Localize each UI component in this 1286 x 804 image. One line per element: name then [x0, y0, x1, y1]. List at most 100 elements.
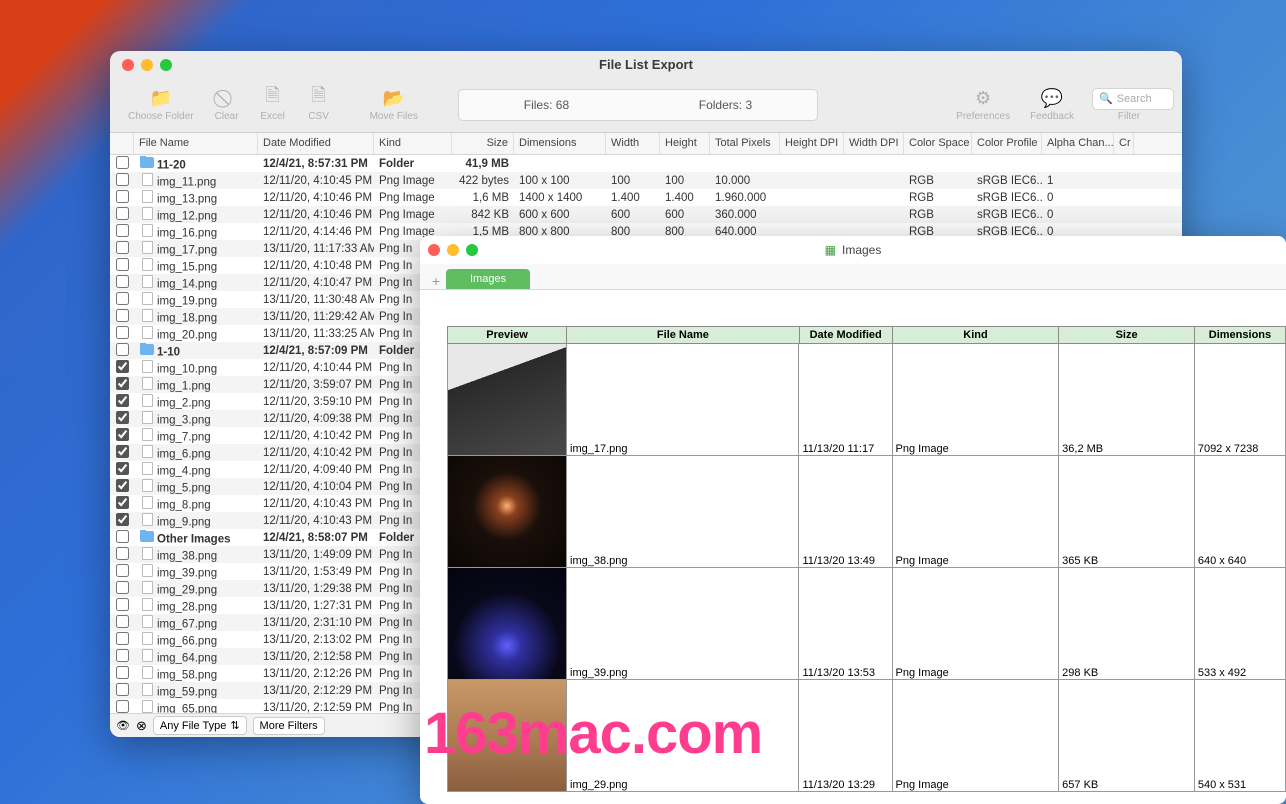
- col-dim[interactable]: Dimensions: [514, 133, 606, 154]
- choose-folder-button[interactable]: 📁Choose Folder: [118, 87, 204, 122]
- add-sheet-button[interactable]: +: [426, 273, 446, 289]
- file-icon: [142, 190, 153, 203]
- clear-button[interactable]: ⃠Clear: [204, 87, 250, 122]
- col-filename[interactable]: File Name: [134, 133, 258, 154]
- file-icon: [142, 292, 153, 305]
- col-colorprofile[interactable]: Color Profile: [972, 133, 1042, 154]
- row-checkbox[interactable]: [116, 700, 129, 713]
- row-checkbox[interactable]: [116, 513, 129, 526]
- scol-filename[interactable]: File Name: [567, 326, 799, 344]
- close-icon[interactable]: [428, 244, 440, 256]
- search-input[interactable]: 🔍Search: [1092, 88, 1174, 110]
- col-colorspace[interactable]: Color Space: [904, 133, 972, 154]
- col-size[interactable]: Size: [452, 133, 514, 154]
- col-cr[interactable]: Cr: [1114, 133, 1134, 154]
- close-icon[interactable]: [122, 59, 134, 71]
- row-checkbox[interactable]: [116, 547, 129, 560]
- file-icon: [142, 632, 153, 645]
- sheet-row[interactable]: img_29.png11/13/20 13:29Png Image657 KB5…: [447, 680, 1286, 792]
- row-checkbox[interactable]: [116, 343, 129, 356]
- sheet-row[interactable]: img_38.png11/13/20 13:49Png Image365 KB6…: [447, 456, 1286, 568]
- row-checkbox[interactable]: [116, 598, 129, 611]
- row-checkbox[interactable]: [116, 666, 129, 679]
- sheet-area[interactable]: Preview File Name Date Modified Kind Siz…: [420, 290, 1286, 792]
- row-checkbox[interactable]: [116, 445, 129, 458]
- scol-preview[interactable]: Preview: [447, 326, 567, 344]
- scol-date[interactable]: Date Modified: [800, 326, 893, 344]
- chevron-updown-icon: ⇅: [230, 719, 239, 732]
- row-checkbox[interactable]: [116, 649, 129, 662]
- row-checkbox[interactable]: [116, 428, 129, 441]
- spreadsheet-window: ▦Images + Images Preview File Name Date …: [420, 236, 1286, 804]
- scol-dim[interactable]: Dimensions: [1195, 326, 1286, 344]
- row-checkbox[interactable]: [116, 462, 129, 475]
- scol-kind[interactable]: Kind: [893, 326, 1060, 344]
- folder-icon: [140, 157, 154, 168]
- file-icon: [142, 224, 153, 237]
- col-width[interactable]: Width: [606, 133, 660, 154]
- zoom-icon[interactable]: [466, 244, 478, 256]
- row-checkbox[interactable]: [116, 326, 129, 339]
- row-checkbox[interactable]: [116, 224, 129, 237]
- table-row[interactable]: img_13.png12/11/20, 4:10:46 PMPng Image1…: [110, 189, 1182, 206]
- search-icon: 🔍: [1099, 92, 1113, 105]
- row-checkbox[interactable]: [116, 683, 129, 696]
- feedback-button[interactable]: 💬Feedback: [1020, 87, 1084, 122]
- row-checkbox[interactable]: [116, 309, 129, 322]
- traffic-lights: [110, 51, 184, 79]
- row-checkbox[interactable]: [116, 190, 129, 203]
- file-icon: [142, 394, 153, 407]
- row-checkbox[interactable]: [116, 581, 129, 594]
- row-checkbox[interactable]: [116, 496, 129, 509]
- row-checkbox[interactable]: [116, 530, 129, 543]
- eye-icon[interactable]: 👁: [116, 719, 130, 732]
- excel-icon: 🗎: [260, 87, 286, 109]
- col-hdpi[interactable]: Height DPI: [780, 133, 844, 154]
- csv-button[interactable]: 🗎CSV: [296, 87, 342, 122]
- row-checkbox[interactable]: [116, 360, 129, 373]
- row-checkbox[interactable]: [116, 377, 129, 390]
- file-icon: [142, 581, 153, 594]
- col-totalpixels[interactable]: Total Pixels: [710, 133, 780, 154]
- col-kind[interactable]: Kind: [374, 133, 452, 154]
- sheet-row[interactable]: img_39.png11/13/20 13:53Png Image298 KB5…: [447, 568, 1286, 680]
- row-checkbox[interactable]: [116, 615, 129, 628]
- row-checkbox[interactable]: [116, 241, 129, 254]
- row-checkbox[interactable]: [116, 156, 129, 169]
- row-checkbox[interactable]: [116, 632, 129, 645]
- row-checkbox[interactable]: [116, 479, 129, 492]
- sheet-tab-images[interactable]: Images: [446, 269, 530, 289]
- file-icon: [142, 615, 153, 628]
- row-checkbox[interactable]: [116, 258, 129, 271]
- minimize-icon[interactable]: [141, 59, 153, 71]
- filetype-select[interactable]: Any File Type⇅: [153, 716, 247, 735]
- excel-button[interactable]: 🗎Excel: [250, 87, 296, 122]
- row-checkbox[interactable]: [116, 275, 129, 288]
- more-filters-button[interactable]: More Filters: [253, 717, 325, 735]
- preferences-button[interactable]: ⚙Preferences: [946, 87, 1020, 122]
- col-date[interactable]: Date Modified: [258, 133, 374, 154]
- table-row[interactable]: img_11.png12/11/20, 4:10:45 PMPng Image4…: [110, 172, 1182, 189]
- minimize-icon[interactable]: [447, 244, 459, 256]
- sheet-row[interactable]: img_17.png11/13/20 11:17Png Image36,2 MB…: [447, 344, 1286, 456]
- table-row[interactable]: 11-2012/4/21, 8:57:31 PMFolder41,9 MB: [110, 155, 1182, 172]
- zoom-icon[interactable]: [160, 59, 172, 71]
- file-icon: [142, 241, 153, 254]
- row-checkbox[interactable]: [116, 173, 129, 186]
- row-checkbox[interactable]: [116, 564, 129, 577]
- clear-icon: ⃠: [214, 87, 240, 109]
- table-row[interactable]: img_12.png12/11/20, 4:10:46 PMPng Image8…: [110, 206, 1182, 223]
- folder-icon: [140, 344, 154, 355]
- col-height[interactable]: Height: [660, 133, 710, 154]
- col-wdpi[interactable]: Width DPI: [844, 133, 904, 154]
- move-files-button[interactable]: 📂Move Files: [360, 87, 428, 122]
- scol-size[interactable]: Size: [1059, 326, 1195, 344]
- row-checkbox[interactable]: [116, 292, 129, 305]
- row-checkbox[interactable]: [116, 394, 129, 407]
- file-icon: [142, 377, 153, 390]
- stats-bar: Files: 68 Folders: 3: [458, 89, 818, 121]
- row-checkbox[interactable]: [116, 411, 129, 424]
- cancel-icon[interactable]: ⊗: [136, 718, 147, 734]
- row-checkbox[interactable]: [116, 207, 129, 220]
- col-alpha[interactable]: Alpha Chan...: [1042, 133, 1114, 154]
